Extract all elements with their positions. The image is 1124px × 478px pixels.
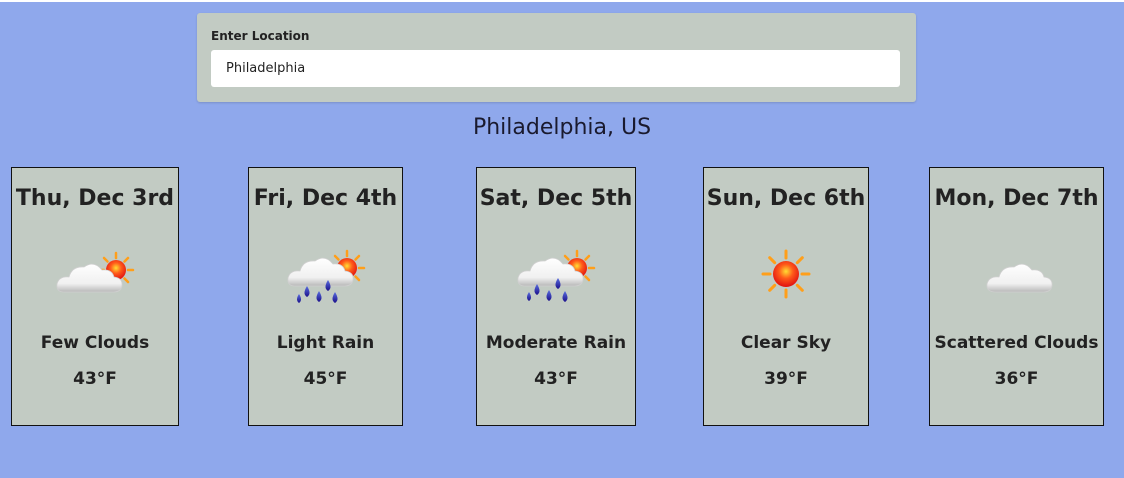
forecast-card: Sun, Dec 6th Clear Sky 39°F <box>703 167 869 426</box>
scattered-clouds-icon <box>986 263 1052 293</box>
forecast-card: Thu, Dec 3rd Few Clouds 43°F <box>11 167 179 426</box>
moderate-rain-icon <box>517 249 596 302</box>
forecast-temperature: 43°F <box>534 369 578 389</box>
forecast-day: Mon, Dec 7th <box>934 186 1099 211</box>
light-rain-icon <box>286 249 365 303</box>
forecast-temperature: 39°F <box>764 369 808 389</box>
forecast-temperature: 36°F <box>994 369 1039 389</box>
forecast-day: Sun, Dec 6th <box>706 186 866 211</box>
forecast-description: Clear Sky <box>740 333 832 353</box>
few-clouds-icon <box>56 251 135 293</box>
top-border <box>0 0 1124 2</box>
forecast-description: Scattered Clouds <box>934 333 1099 353</box>
clear-sky-icon <box>761 249 811 299</box>
forecast-card: Sat, Dec 5th Moderate Rain 43°F <box>476 167 636 426</box>
forecast-description: Light Rain <box>276 333 375 353</box>
forecast-description: Few Clouds <box>40 333 150 353</box>
location-label: Enter Location <box>211 29 310 43</box>
forecast-card: Mon, Dec 7th Scattered Clouds 36°F <box>929 167 1104 426</box>
forecast-day: Fri, Dec 4th <box>253 186 398 211</box>
location-title: Philadelphia, US <box>472 115 652 140</box>
forecast-temperature: 45°F <box>303 369 348 389</box>
forecast-card: Fri, Dec 4th Light Rain 45°F <box>248 167 403 426</box>
forecast-day: Sat, Dec 5th <box>479 186 633 211</box>
location-search-panel: Enter Location <box>197 13 916 102</box>
forecast-day: Thu, Dec 3rd <box>15 186 175 211</box>
forecast-description: Moderate Rain <box>485 333 627 353</box>
forecast-temperature: 43°F <box>73 369 117 389</box>
location-input[interactable] <box>211 50 900 87</box>
